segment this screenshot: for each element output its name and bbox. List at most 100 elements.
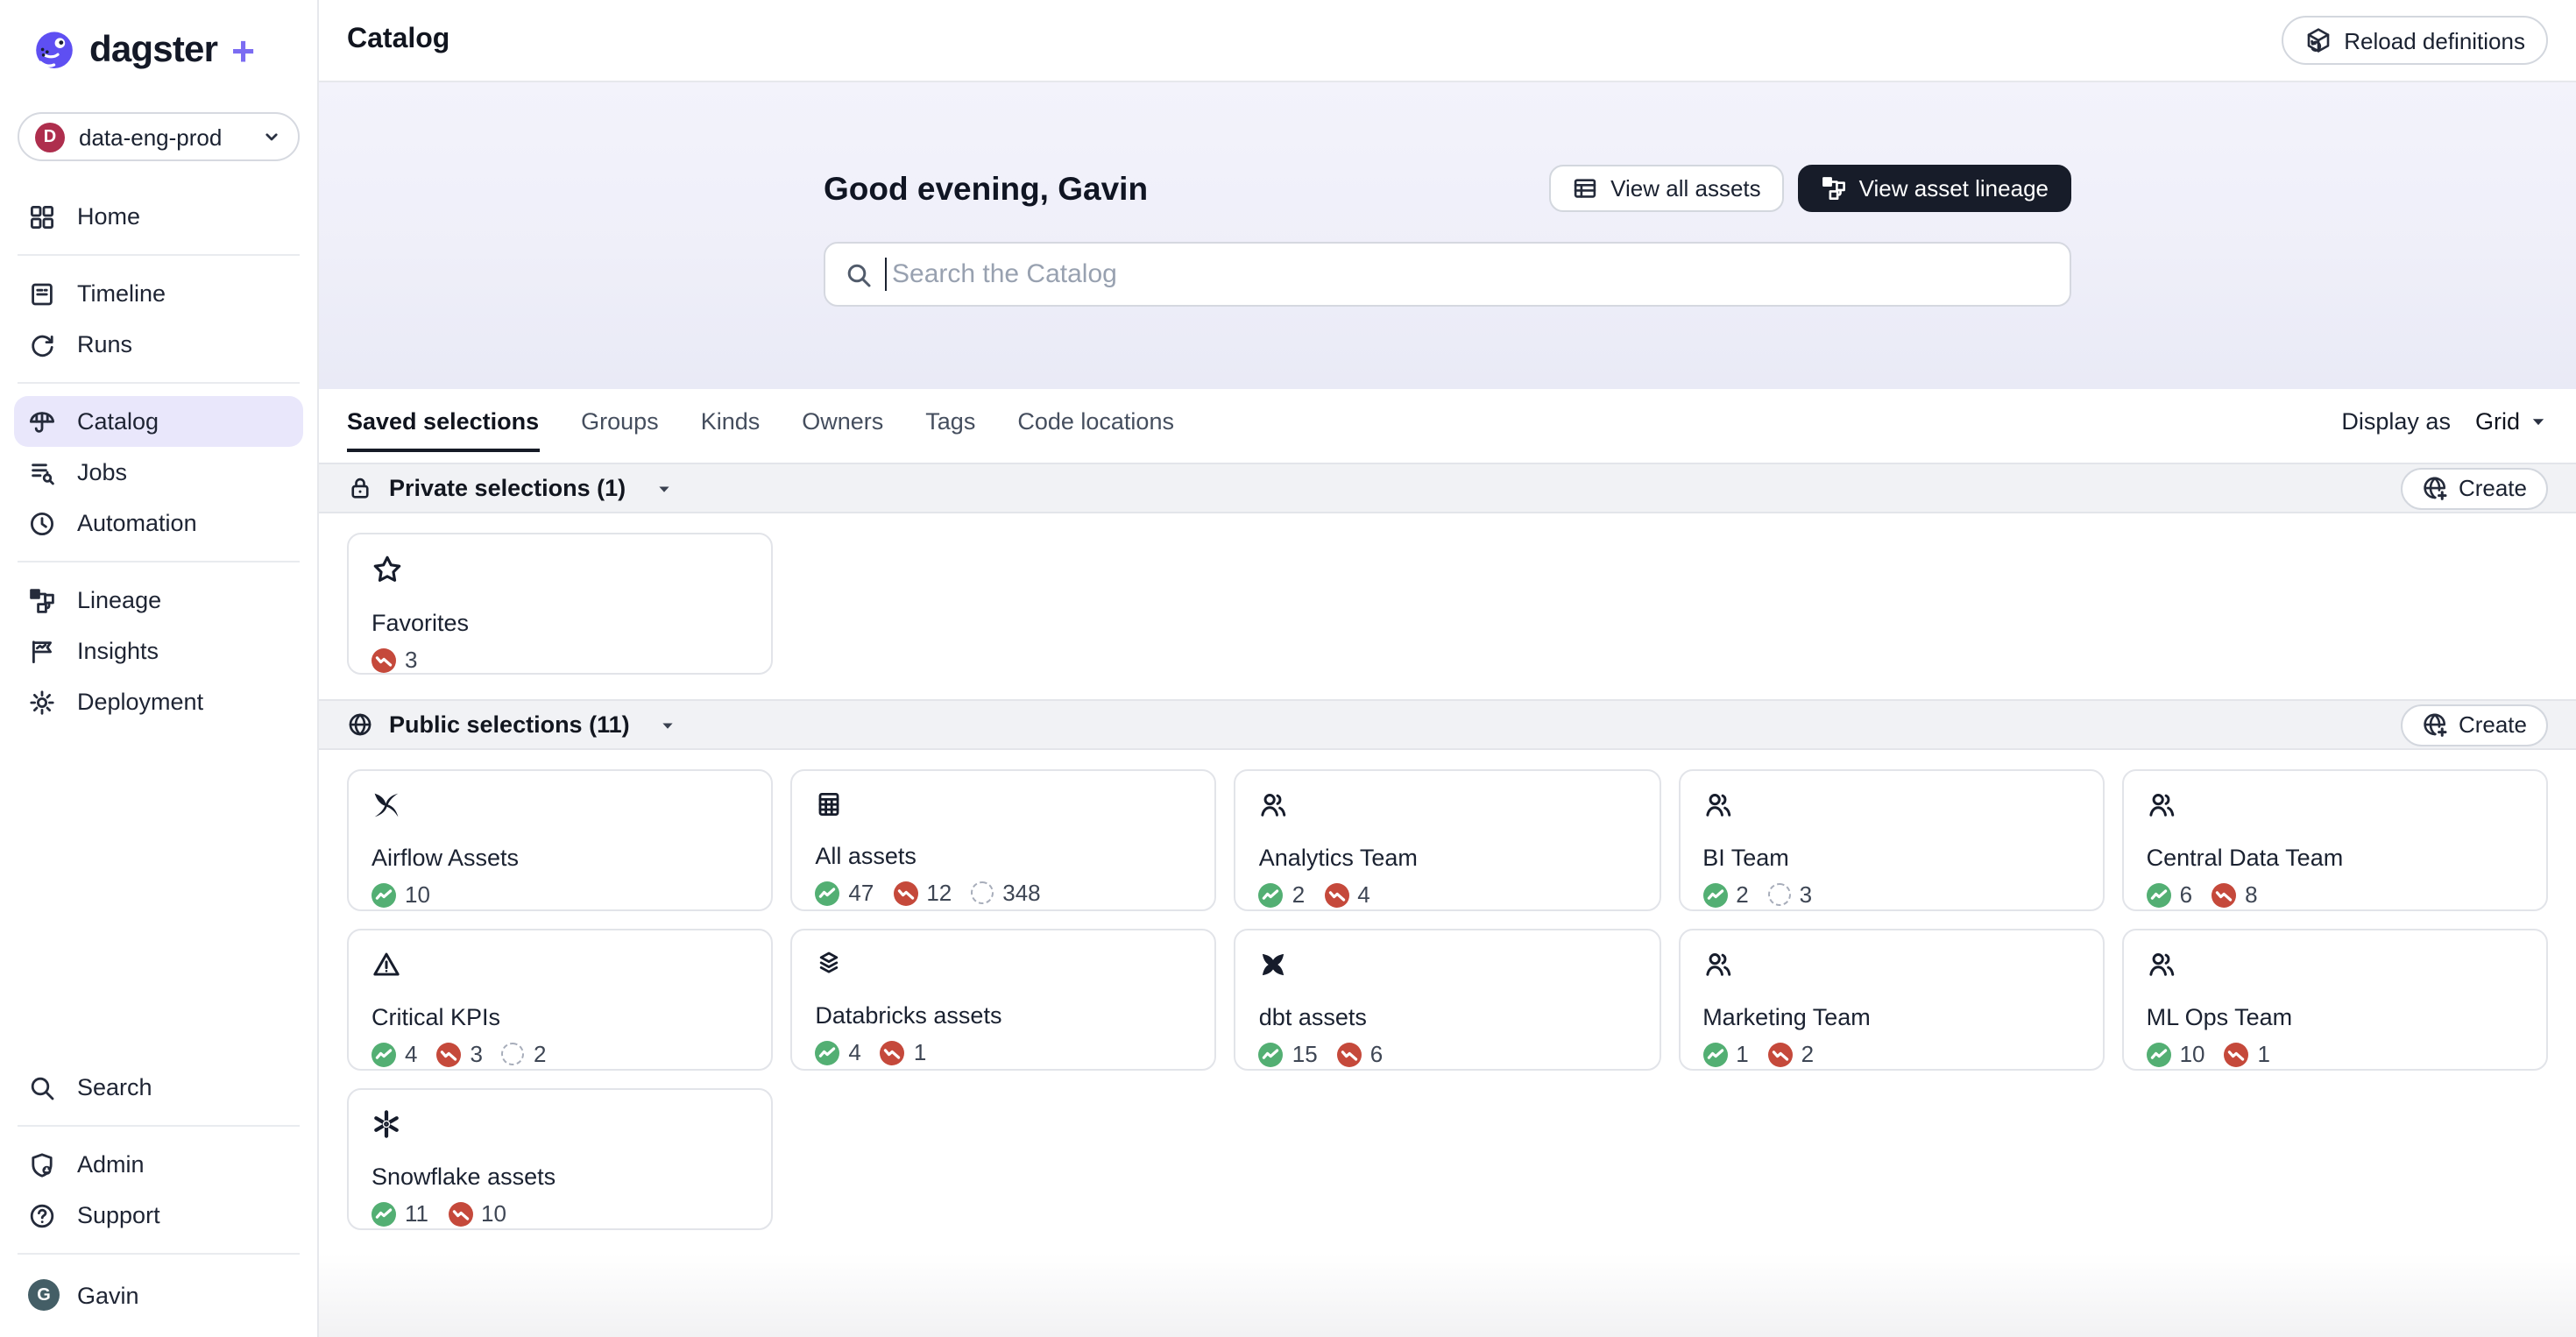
status-count-value: 2	[533, 1041, 547, 1067]
selection-card[interactable]: BI Team 2 3	[1678, 769, 2105, 911]
table-icon	[1572, 175, 1598, 202]
materialization-failed-icon	[436, 1042, 462, 1066]
status-count-value: 1	[2257, 1041, 2270, 1067]
tab-groups[interactable]: Groups	[581, 389, 659, 452]
selection-card[interactable]: Central Data Team 6 8	[2121, 769, 2548, 911]
materialized-success-icon	[1258, 882, 1284, 907]
sidebar-item-admin[interactable]: Admin	[0, 1139, 159, 1190]
sidebar-divider	[18, 254, 300, 256]
materialized-success-icon	[815, 881, 840, 905]
sidebar-item-support[interactable]: Support	[0, 1190, 174, 1241]
tab-owners[interactable]: Owners	[802, 389, 883, 452]
catalog-hero: Good evening, Gavin View all assets View…	[319, 82, 2576, 389]
asset-status-counts: 1 2	[1702, 1041, 2079, 1067]
selection-section: Public selections (11) Create Airflow As…	[319, 699, 2576, 1255]
sidebar: dagster + D data-eng-prod Home Timeline …	[0, 0, 319, 1337]
search-input[interactable]	[824, 242, 2071, 307]
section-toggle[interactable]: Public selections (11)	[347, 711, 677, 738]
view-all-assets-button[interactable]: View all assets	[1549, 165, 1784, 212]
asset-status-counts: 47 12 348	[815, 880, 1192, 906]
sidebar-item-insights[interactable]: Insights	[0, 626, 317, 676]
create-selection-button[interactable]: Create	[2400, 467, 2548, 509]
status-count-value: 6	[2179, 881, 2193, 908]
tab-tags[interactable]: Tags	[925, 389, 975, 452]
brand-name: dagster	[89, 30, 218, 70]
dagster-logo-icon	[32, 28, 77, 74]
sidebar-item-label: Insights	[77, 638, 159, 664]
status-count-failed: 1	[880, 1039, 927, 1065]
view-asset-lineage-button[interactable]: View asset lineage	[1797, 165, 2071, 212]
tab-code-locations[interactable]: Code locations	[1017, 389, 1174, 452]
globe-plus-icon	[2422, 475, 2448, 501]
warning-icon	[372, 950, 748, 980]
selection-card[interactable]: Critical KPIs 4 3 2	[347, 929, 774, 1071]
brand-logo[interactable]: dagster +	[0, 0, 317, 98]
sidebar-item-label: Search	[77, 1074, 152, 1100]
reload-cube-icon	[2304, 26, 2332, 54]
status-count-value: 1	[913, 1039, 927, 1065]
tab-label: Owners	[802, 407, 884, 434]
status-count-success: 2	[1702, 881, 1749, 908]
reload-definitions-button[interactable]: Reload definitions	[2281, 16, 2548, 65]
sidebar-item-label: Home	[77, 203, 141, 230]
materialized-success-icon	[1702, 882, 1728, 907]
sidebar-item-jobs[interactable]: Jobs	[0, 447, 317, 498]
status-count-value: 1	[1736, 1041, 1749, 1067]
asset-status-counts: 10 1	[2146, 1041, 2523, 1067]
section-title: Public selections (11)	[389, 711, 630, 738]
status-count-failed: 8	[2212, 881, 2258, 908]
tab-saved-selections[interactable]: Saved selections	[347, 389, 539, 452]
materialized-success-icon	[2146, 1042, 2171, 1066]
display-mode-dropdown[interactable]: Grid	[2475, 407, 2548, 434]
status-count-value: 4	[405, 1041, 418, 1067]
selection-card[interactable]: All assets 47 12 348	[790, 769, 1217, 911]
people-icon	[1702, 790, 2079, 820]
status-count-value: 2	[1801, 1041, 1815, 1067]
user-menu[interactable]: G Gavin	[0, 1267, 317, 1323]
status-count-success: 11	[372, 1200, 428, 1227]
asset-status-counts: 15 6	[1258, 1041, 1636, 1067]
selection-card[interactable]: Analytics Team 2 4	[1234, 769, 1661, 911]
selection-card-title: Central Data Team	[2146, 845, 2344, 871]
selection-card-title: All assets	[815, 843, 916, 869]
materialized-success-icon	[372, 1201, 396, 1226]
sidebar-item-search[interactable]: Search	[0, 1062, 166, 1113]
selection-card[interactable]: ML Ops Team 10 1	[2121, 929, 2548, 1071]
tab-label: Saved selections	[347, 407, 540, 434]
selection-card[interactable]: Snowflake assets 11 10	[347, 1088, 774, 1230]
selection-card[interactable]: Favorites 3	[347, 533, 774, 675]
selection-card[interactable]: Databricks assets 4 1	[790, 929, 1217, 1071]
status-count-value: 2	[1292, 881, 1306, 908]
status-count-failed: 4	[1324, 881, 1370, 908]
selection-card[interactable]: Marketing Team 1 2	[1678, 929, 2105, 1071]
sidebar-item-home[interactable]: Home	[0, 191, 317, 242]
sidebar-item-catalog[interactable]: Catalog	[14, 396, 303, 447]
workspace-avatar: D	[35, 122, 65, 152]
display-as-label: Display as	[2341, 407, 2451, 434]
sidebar-item-deployment[interactable]: Deployment	[0, 676, 317, 727]
selection-card[interactable]: dbt assets 15 6	[1234, 929, 1661, 1071]
tabs: Saved selections Groups Kinds Owners Tag…	[347, 389, 1174, 452]
create-selection-button[interactable]: Create	[2400, 704, 2548, 746]
selection-card[interactable]: Airflow Assets 10	[347, 769, 774, 911]
status-count-value: 3	[1799, 881, 1813, 908]
sidebar-item-label: Admin	[77, 1151, 145, 1178]
sidebar-item-runs[interactable]: Runs	[0, 319, 317, 370]
workspace-selector[interactable]: D data-eng-prod	[18, 112, 300, 161]
tab-kinds[interactable]: Kinds	[701, 389, 761, 452]
sidebar-item-lineage[interactable]: Lineage	[0, 575, 317, 626]
section-toggle[interactable]: Private selections (1)	[347, 475, 673, 501]
sidebar-item-timeline[interactable]: Timeline	[0, 268, 317, 319]
selection-card-grid: Airflow Assets 10 All assets 47 12 348 A…	[319, 750, 2576, 1255]
sidebar-item-label: Catalog	[77, 408, 159, 435]
materialization-failed-icon	[1324, 882, 1349, 907]
sidebar-item-automation[interactable]: Automation	[0, 498, 317, 548]
people-icon	[2147, 950, 2523, 980]
selection-card-grid: Favorites 3	[319, 513, 2576, 699]
status-count-failed: 1	[2224, 1041, 2270, 1067]
selection-card-title: ML Ops Team	[2146, 1004, 2293, 1030]
brand-plus-badge: +	[231, 27, 255, 73]
star-icon	[372, 554, 748, 585]
status-count-failed: 2	[1767, 1041, 1815, 1067]
status-count-success: 6	[2146, 881, 2193, 908]
